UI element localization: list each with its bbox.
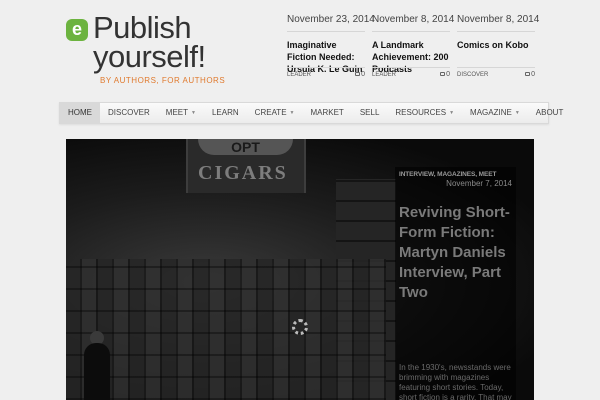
top-post-3[interactable]: November 8, 2014 Comics on Kobo DISCOVER…	[457, 13, 539, 78]
featured-categories[interactable]: INTERVIEW, MAGAZINES, MEET	[399, 171, 514, 179]
comment-bubble-icon	[355, 72, 361, 77]
nav-item-label: SELL	[359, 108, 380, 117]
comment-bubble-icon	[525, 72, 531, 77]
nav-item-create[interactable]: CREATE ▼	[247, 103, 303, 123]
photo-cigar-sign: OPT CIGARS	[186, 139, 306, 193]
nav-item-market[interactable]: MARKET	[302, 103, 351, 123]
loading-spinner-icon	[292, 319, 308, 335]
nav-item-resources[interactable]: RESOURCES ▼	[387, 103, 462, 123]
comment-count[interactable]: 0	[355, 71, 365, 79]
chevron-down-icon: ▼	[514, 110, 520, 116]
featured-slider[interactable]: OPT CIGARS INTERVIEW, MAGAZINES, MEET No…	[66, 139, 534, 400]
logo-tagline: BY AUTHORS, FOR AUTHORS	[100, 76, 226, 85]
comment-count[interactable]: 0	[440, 71, 450, 79]
featured-title-link[interactable]: Reviving Short-Form Fiction: Martyn Dani…	[399, 203, 514, 303]
nav-item-label: MAGAZINE	[470, 108, 512, 117]
site-logo[interactable]: e Publish yourself! BY AUTHORS, FOR AUTH…	[66, 12, 226, 85]
nav-item-label: CREATE	[254, 108, 287, 117]
post-category-link[interactable]: LEADER	[287, 72, 311, 78]
nav-item-label: MEET	[165, 108, 189, 117]
post-date: November 23, 2014	[287, 13, 375, 32]
comment-count-value: 0	[361, 71, 365, 78]
nav-item-learn[interactable]: LEARN	[204, 103, 247, 123]
nav-item-meet[interactable]: MEET ▼	[158, 103, 204, 123]
post-date: November 8, 2014	[457, 13, 539, 32]
comment-bubble-icon	[440, 72, 446, 77]
nav-item-home[interactable]: HOME	[60, 103, 100, 123]
post-date: November 8, 2014	[372, 13, 454, 32]
post-meta: LEADER 0	[372, 67, 450, 83]
top-post-1[interactable]: November 23, 2014 Imaginative Fiction Ne…	[287, 13, 375, 78]
comment-count[interactable]: 0	[525, 71, 535, 79]
photo-sign-top: OPT	[198, 139, 293, 155]
post-meta: DISCOVER 0	[457, 67, 535, 83]
top-post-2[interactable]: November 8, 2014 A Landmark Achievement:…	[372, 13, 454, 78]
nav-item-label: DISCOVER	[108, 108, 150, 117]
photo-person	[84, 343, 110, 400]
main-navigation: HOME DISCOVER MEET ▼ LEARN CREATE ▼ MARKET…	[59, 102, 563, 124]
nav-item-label: LEARN	[211, 108, 239, 117]
nav-item-label: HOME	[68, 108, 92, 117]
chevron-down-icon: ▼	[449, 110, 455, 116]
comment-count-value: 0	[446, 71, 450, 78]
featured-caption: INTERVIEW, MAGAZINES, MEET November 7, 2…	[395, 167, 516, 400]
logo-text-line2: yourself!	[93, 39, 206, 74]
comment-count-value: 0	[531, 71, 535, 78]
logo-e-badge: e	[66, 19, 88, 41]
featured-date: November 7, 2014	[446, 179, 512, 188]
nav-item-discover[interactable]: DISCOVER	[100, 103, 158, 123]
post-title-link[interactable]: Comics on Kobo	[457, 39, 535, 51]
chevron-down-icon: ▼	[289, 110, 295, 116]
post-category-link[interactable]: LEADER	[372, 72, 396, 78]
nav-item-magazine[interactable]: MAGAZINE ▼	[462, 103, 528, 123]
nav-item-about[interactable]: ABOUT	[528, 103, 572, 123]
post-meta: LEADER 0	[287, 67, 365, 83]
nav-item-label: RESOURCES	[395, 108, 447, 117]
featured-excerpt: In the 1930's, newsstands were brimming …	[399, 363, 512, 400]
chevron-down-icon: ▼	[191, 110, 196, 116]
nav-item-label: MARKET	[310, 108, 344, 117]
nav-item-label: ABOUT	[535, 108, 564, 117]
photo-sign-cigars: CIGARS	[198, 162, 288, 184]
post-category-link[interactable]: DISCOVER	[457, 72, 488, 78]
nav-item-sell[interactable]: SELL	[352, 103, 388, 123]
photo-newsstand-shelves	[66, 259, 386, 400]
